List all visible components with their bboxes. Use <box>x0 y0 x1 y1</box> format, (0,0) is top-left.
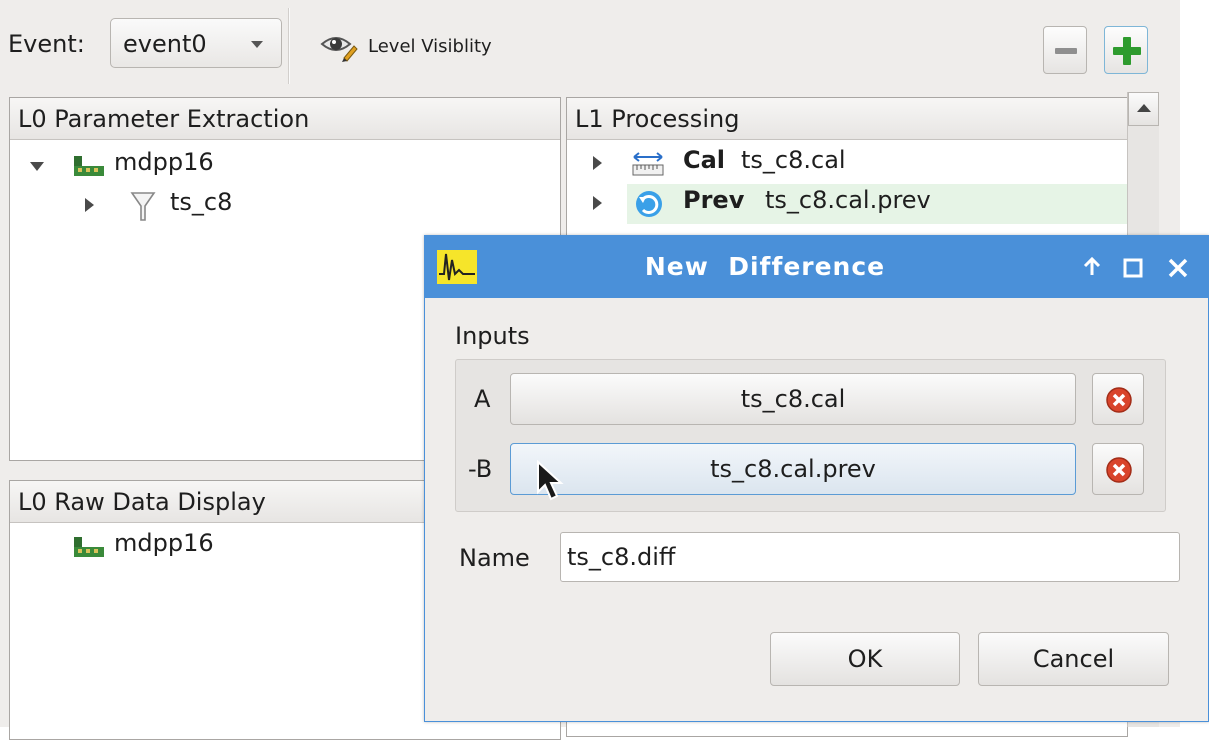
dialog-titlebar[interactable]: New Difference <box>425 236 1208 298</box>
input-b-label: -B <box>468 455 493 483</box>
dialog-title: New Difference <box>644 252 886 281</box>
toolbar-separator <box>288 8 290 84</box>
expand-arrow-icon[interactable] <box>85 198 94 212</box>
tree-item-label: ts_c8.cal <box>741 146 846 174</box>
input-a-label: A <box>474 385 491 413</box>
tree-item-label: mdpp16 <box>114 148 214 176</box>
event-select[interactable]: event0 <box>110 18 282 68</box>
new-difference-dialog: New Difference Inputs A ts_c8.cal -B ts_… <box>424 235 1209 722</box>
level-visibility-label: Level Visiblity <box>368 36 492 57</box>
module-board-icon <box>74 156 104 176</box>
ok-button[interactable]: OK <box>770 632 960 686</box>
tree-item-kind: Prev <box>683 186 745 214</box>
chevron-down-icon <box>251 41 263 48</box>
panel-header: L1 Processing <box>567 98 1127 140</box>
input-a-select-button[interactable]: ts_c8.cal <box>510 373 1076 425</box>
eye-pencil-icon <box>320 37 358 62</box>
event-label: Event: <box>8 30 85 58</box>
minus-icon <box>1055 48 1077 54</box>
expand-arrow-icon[interactable] <box>593 196 602 210</box>
clear-input-a-button[interactable] <box>1092 373 1144 425</box>
cancel-button[interactable]: Cancel <box>978 632 1169 686</box>
clear-input-b-button[interactable] <box>1092 443 1144 495</box>
calibration-ruler-icon <box>632 152 664 176</box>
mouse-cursor-icon <box>537 460 564 501</box>
maximize-icon[interactable] <box>1122 257 1144 279</box>
tree-item-cal[interactable]: Cal ts_c8.cal <box>567 144 1127 184</box>
tree-item-label: ts_c8 <box>170 188 233 216</box>
tree-item-label: ts_c8.cal.prev <box>765 186 931 214</box>
remove-button[interactable] <box>1043 26 1087 74</box>
module-board-icon <box>74 537 104 557</box>
tree-item-prev[interactable]: Prev ts_c8.cal.prev <box>567 184 1127 224</box>
tree-item-mdpp16[interactable]: mdpp16 <box>10 146 550 186</box>
level-visibility-button[interactable]: Level Visiblity <box>318 28 538 64</box>
arrow-up-icon[interactable] <box>1081 256 1103 278</box>
panel-header: L0 Parameter Extraction <box>10 98 560 140</box>
clear-icon <box>1106 387 1132 413</box>
add-button[interactable] <box>1104 26 1148 74</box>
name-label: Name <box>459 544 530 572</box>
previous-value-icon <box>636 191 662 217</box>
filter-funnel-icon <box>130 192 156 221</box>
expand-arrow-icon[interactable] <box>593 156 602 170</box>
clear-icon <box>1106 457 1132 483</box>
arrow-up-icon <box>1137 104 1151 112</box>
waveform-icon <box>437 250 477 284</box>
name-field[interactable] <box>560 532 1180 582</box>
scroll-up-button[interactable] <box>1128 92 1159 126</box>
tree-item-ts-c8[interactable]: ts_c8 <box>10 186 550 226</box>
tree-item-label: mdpp16 <box>114 529 214 557</box>
close-icon[interactable] <box>1166 256 1190 280</box>
event-select-value: event0 <box>123 30 207 58</box>
tree-item-kind: Cal <box>683 146 726 174</box>
expand-arrow-icon[interactable] <box>30 162 44 171</box>
plus-icon <box>1113 37 1141 65</box>
inputs-label: Inputs <box>455 322 530 350</box>
input-b-select-button[interactable]: ts_c8.cal.prev <box>510 443 1076 495</box>
